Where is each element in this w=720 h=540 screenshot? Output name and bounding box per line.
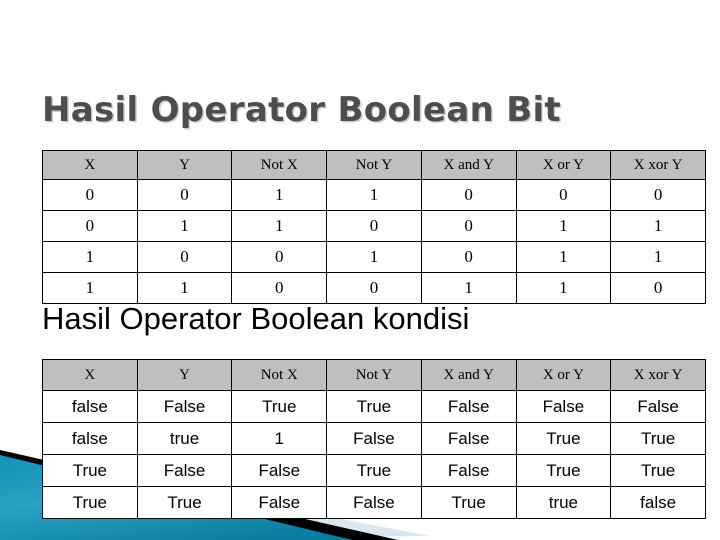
cell-x: false <box>42 390 138 423</box>
cell-x: 0 <box>42 179 138 211</box>
cell-x-xor-y: 1 <box>610 241 706 273</box>
column-header-x-or-y: X or Y <box>515 150 612 180</box>
cell-y: 1 <box>136 210 233 242</box>
cell-not-y: False <box>326 486 422 519</box>
cell-x: 0 <box>42 210 138 242</box>
cell-x: 1 <box>42 241 138 273</box>
cell-y: true <box>136 422 233 455</box>
cell-x-xor-y: True <box>610 422 706 455</box>
cell-y: 0 <box>136 179 233 211</box>
column-header-y: Y <box>136 359 233 391</box>
column-header-not-y: Not Y <box>326 150 422 180</box>
cell-x-and-y: 0 <box>420 241 517 273</box>
cell-x-xor-y: False <box>610 390 706 423</box>
column-header-x-and-y: X and Y <box>420 150 517 180</box>
cell-y: False <box>136 454 233 487</box>
column-header-not-x: Not X <box>231 359 328 391</box>
cell-not-x: 0 <box>231 272 328 304</box>
cell-x-and-y: False <box>420 454 517 487</box>
table-row: 1 1 0 0 1 1 0 <box>42 272 706 304</box>
cell-x: false <box>42 422 138 455</box>
column-header-x: X <box>42 150 138 180</box>
cell-y: 0 <box>136 241 233 273</box>
table-row: false true 1 False False True True <box>42 422 706 455</box>
table-header-row: X Y Not X Not Y X and Y X or Y X xor Y <box>42 150 706 180</box>
cell-y: 1 <box>136 272 233 304</box>
table-header-row: X Y Not X Not Y X and Y X or Y X xor Y <box>42 359 706 391</box>
cell-not-y: True <box>326 454 422 487</box>
truth-table-kondisi: X Y Not X Not Y X and Y X or Y X xor Y f… <box>42 359 706 519</box>
cell-x-or-y: 1 <box>515 272 612 304</box>
cell-x: True <box>42 486 138 519</box>
column-header-not-y: Not Y <box>326 359 422 391</box>
cell-x-xor-y: 1 <box>610 210 706 242</box>
cell-not-x: False <box>231 454 328 487</box>
column-header-x-xor-y: X xor Y <box>610 150 706 180</box>
cell-x-xor-y: false <box>610 486 706 519</box>
page-title-bit: Hasil Operator Boolean Bit <box>42 90 561 130</box>
table-row: 0 1 1 0 0 1 1 <box>42 210 706 242</box>
cell-x-or-y: False <box>515 390 612 423</box>
cell-not-y: False <box>326 422 422 455</box>
cell-not-y: True <box>326 390 422 423</box>
cell-y: True <box>136 486 233 519</box>
column-header-x-and-y: X and Y <box>420 359 517 391</box>
cell-x-and-y: False <box>420 390 517 423</box>
cell-x-and-y: False <box>420 422 517 455</box>
truth-table-bit: X Y Not X Not Y X and Y X or Y X xor Y 0… <box>42 150 706 304</box>
cell-not-x: 1 <box>231 179 328 211</box>
column-header-x-or-y: X or Y <box>515 359 612 391</box>
cell-not-x: True <box>231 390 328 423</box>
cell-not-y: 0 <box>326 272 422 304</box>
table-row: 0 0 1 1 0 0 0 <box>42 179 706 211</box>
cell-x-and-y: True <box>420 486 517 519</box>
cell-x-or-y: true <box>515 486 612 519</box>
cell-x-and-y: 0 <box>420 210 517 242</box>
cell-y: False <box>136 390 233 423</box>
cell-x-and-y: 1 <box>420 272 517 304</box>
page-title-kondisi: Hasil Operator Boolean kondisi <box>42 301 470 336</box>
cell-not-y: 1 <box>326 179 422 211</box>
table-row: True False False True False True True <box>42 454 706 487</box>
column-header-not-x: Not X <box>231 150 328 180</box>
slide-canvas: Hasil Operator Boolean Bit X Y Not X Not… <box>0 0 720 540</box>
cell-x: True <box>42 454 138 487</box>
cell-not-x: 1 <box>231 422 328 455</box>
cell-not-y: 0 <box>326 210 422 242</box>
cell-x-or-y: 1 <box>515 210 612 242</box>
cell-x-and-y: 0 <box>420 179 517 211</box>
cell-x-xor-y: 0 <box>610 179 706 211</box>
column-header-x-xor-y: X xor Y <box>610 359 706 391</box>
cell-x-or-y: 1 <box>515 241 612 273</box>
cell-not-x: False <box>231 486 328 519</box>
cell-x-xor-y: 0 <box>610 272 706 304</box>
table-row: 1 0 0 1 0 1 1 <box>42 241 706 273</box>
table-row: false False True True False False False <box>42 390 706 423</box>
cell-not-x: 0 <box>231 241 328 273</box>
cell-x-or-y: 0 <box>515 179 612 211</box>
cell-not-x: 1 <box>231 210 328 242</box>
cell-not-y: 1 <box>326 241 422 273</box>
cell-x-or-y: True <box>515 422 612 455</box>
cell-x-or-y: True <box>515 454 612 487</box>
column-header-y: Y <box>136 150 233 180</box>
column-header-x: X <box>42 359 138 391</box>
cell-x-xor-y: True <box>610 454 706 487</box>
cell-x: 1 <box>42 272 138 304</box>
table-row: True True False False True true false <box>42 486 706 519</box>
